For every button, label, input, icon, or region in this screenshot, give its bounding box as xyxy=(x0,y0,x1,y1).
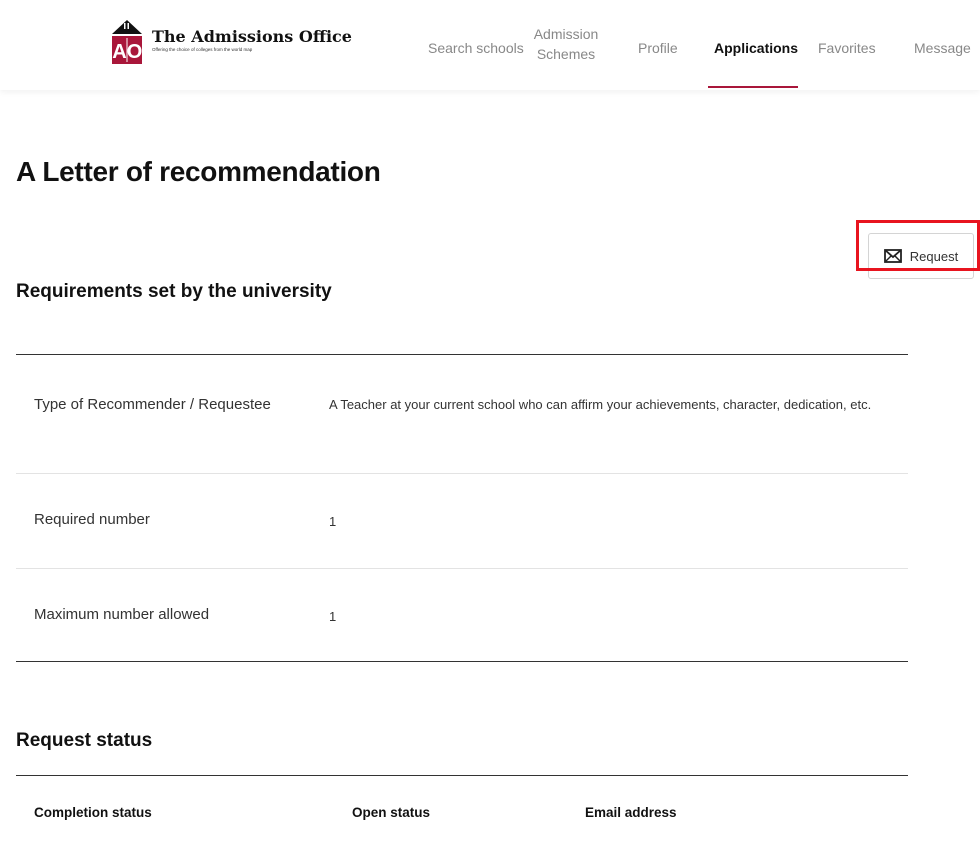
row-value-required-number: 1 xyxy=(329,514,337,529)
svg-text:O: O xyxy=(127,41,142,63)
envelope-icon xyxy=(883,249,902,263)
top-header: A O The Admissions Office Offering the c… xyxy=(0,0,980,90)
row-value-recommender-type: A Teacher at your current school who can… xyxy=(329,397,872,412)
site-logo[interactable]: A O The Admissions Office Offering the c… xyxy=(112,20,352,66)
requirements-title: Requirements set by the university xyxy=(16,281,332,302)
divider xyxy=(16,568,908,569)
logo-tagline: Offering the choice of colleges from the… xyxy=(152,47,253,52)
nav-active-indicator xyxy=(708,86,798,88)
logo-mark-icon: A O xyxy=(112,20,142,64)
nav-admission-schemes-label: Admission Schemes xyxy=(533,26,599,62)
row-label-required-number: Required number xyxy=(34,511,150,528)
svg-text:A: A xyxy=(112,41,126,63)
nav-applications[interactable]: Applications xyxy=(714,38,798,58)
logo-title: The Admissions Office xyxy=(152,27,352,46)
row-label-recommender-type: Type of Recommender / Requestee xyxy=(34,396,271,413)
page-title: A Letter of recommendation xyxy=(16,156,381,187)
row-label-maximum-number: Maximum number allowed xyxy=(34,606,210,623)
column-header-completion-status: Completion status xyxy=(34,805,152,820)
nav-favorites[interactable]: Favorites xyxy=(818,38,876,58)
row-value-maximum-number: 1 xyxy=(329,609,337,624)
nav-profile[interactable]: Profile xyxy=(638,38,678,58)
column-header-email-address: Email address xyxy=(585,805,677,820)
column-header-open-status: Open status xyxy=(352,805,431,820)
nav-search-schools[interactable]: Search schools xyxy=(428,38,524,58)
divider xyxy=(16,775,908,776)
divider xyxy=(16,473,908,474)
nav-message[interactable]: Message xyxy=(914,38,971,58)
divider xyxy=(16,661,908,662)
divider xyxy=(16,354,908,355)
request-button[interactable]: Request xyxy=(868,233,974,279)
request-status-title: Request status xyxy=(16,730,153,751)
request-button-label: Request xyxy=(909,248,959,264)
nav-admission-schemes[interactable]: Admission Schemes xyxy=(532,24,600,64)
